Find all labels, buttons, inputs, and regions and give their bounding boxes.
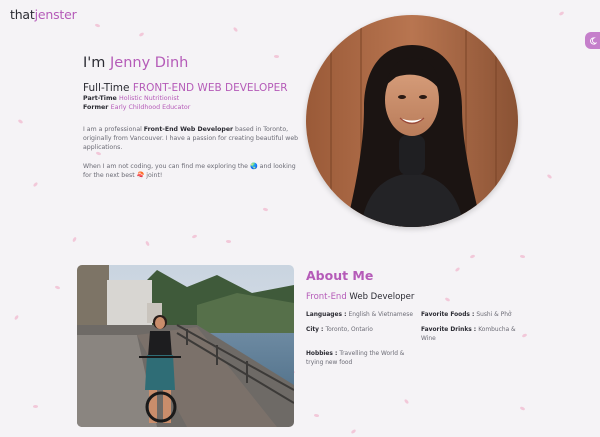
bio2-text-a: When I am not coding, you can find me ex…: [83, 162, 250, 170]
portrait-image: [306, 15, 518, 227]
fact-favorite-foods: Favorite Foods : Sushi & Phở: [421, 311, 521, 320]
moon-icon: [589, 36, 597, 45]
fact-favorite-drinks: Favorite Drinks : Kombucha & Wine: [421, 326, 521, 344]
role-main: Full-Time FRONT-END WEB DEVELOPER: [83, 82, 308, 94]
theme-toggle-button[interactable]: [585, 32, 600, 49]
bio1-highlight: Front-End Web Developer: [143, 126, 234, 133]
role-part-prefix: Part-Time: [83, 95, 119, 102]
fact-hobbies: Hobbies : Travelling the World & trying …: [306, 350, 421, 368]
hero-heading: I'm Jenny Dinh: [83, 55, 308, 71]
fact-languages: Languages : English & Vietnamese: [306, 311, 421, 320]
travel-photo-image: [77, 265, 294, 427]
about-facts: Languages : English & Vietnamese Favorit…: [306, 311, 521, 368]
brand-accent: jenster: [34, 7, 77, 22]
fact-value: English & Vietnamese: [348, 312, 413, 318]
bio-paragraph-hobbies: When I am not coding, you can find me ex…: [83, 162, 301, 180]
fact-key: Hobbies :: [306, 351, 340, 357]
role-part-title: Holistic Nutritionist: [118, 95, 180, 102]
bio-paragraph: I am a professional Front-End Web Develo…: [83, 125, 301, 153]
role-main-prefix: Full-Time: [83, 82, 133, 94]
globe-emoji-icon: 🌏: [249, 162, 258, 170]
about-title: About Me: [306, 268, 374, 283]
role-former-prefix: Former: [83, 104, 111, 111]
bio2-text-c: joint!: [144, 171, 163, 179]
role-former-title: Early Childhood Educator: [110, 104, 191, 111]
about-sub-rest: Web Developer: [346, 292, 415, 302]
hero-name: Jenny Dinh: [110, 55, 189, 71]
role-main-title: FRONT-END WEB DEVELOPER: [132, 82, 288, 94]
travel-photo: [77, 265, 294, 427]
fact-key: City :: [306, 327, 326, 333]
fact-value: Toronto, Ontario: [325, 327, 373, 333]
hero-greeting: I'm: [83, 55, 110, 71]
brand-logo[interactable]: thatjenster: [10, 7, 77, 22]
about-section: About Me Front-End Web Developer Languag…: [306, 268, 521, 368]
about-subtitle: Front-End Web Developer: [306, 292, 521, 302]
fact-key: Languages :: [306, 312, 349, 318]
fact-city: City : Toronto, Ontario: [306, 326, 421, 344]
profile-portrait: [306, 15, 518, 227]
fact-key: Favorite Drinks :: [421, 327, 479, 333]
role-former: Former Early Childhood Educator: [83, 103, 308, 112]
hero-section: I'm Jenny Dinh Full-Time FRONT-END WEB D…: [83, 55, 308, 180]
bio1-text-a: I am a professional: [83, 126, 144, 133]
brand-prefix: that: [10, 7, 35, 22]
about-sub-accent: Front-End: [306, 292, 347, 302]
fact-key: Favorite Foods :: [421, 312, 477, 318]
fact-value: Sushi & Phở: [476, 312, 512, 318]
role-part-time: Part-Time Holistic Nutritionist: [83, 94, 308, 103]
